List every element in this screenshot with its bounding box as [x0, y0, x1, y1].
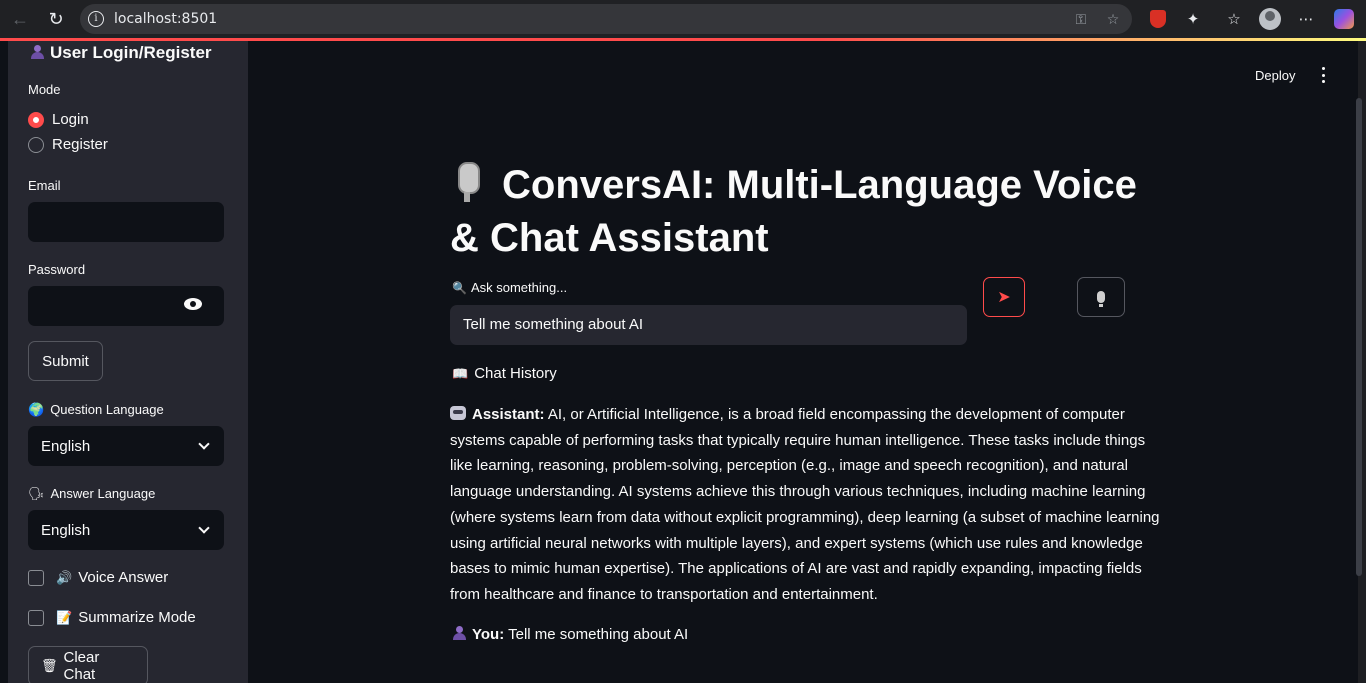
address-bar[interactable]: i localhost:8501 ⚿ ☆: [80, 4, 1132, 34]
browser-toolbar: ← ↻ i localhost:8501 ⚿ ☆ ✦ ☆ ⋯: [0, 0, 1366, 38]
email-label: Email: [28, 178, 61, 193]
sidebar: User Login/Register Mode Login Register …: [8, 41, 248, 683]
question-language-label-text: Question Language: [50, 402, 164, 417]
answer-language-label-text: Answer Language: [50, 486, 156, 501]
microphone-small-icon: [1097, 291, 1105, 307]
url-text: localhost:8501: [114, 11, 218, 27]
voice-input-button[interactable]: [1077, 277, 1125, 317]
user-message: You: Tell me something about AI: [452, 626, 688, 643]
summarize-mode-label: Summarize Mode: [78, 609, 196, 626]
page-title-text: ConversAI: Multi-Language Voice & Chat A…: [450, 163, 1137, 260]
answer-language-label: 🗣 Answer Language: [28, 486, 155, 502]
chat-history-label-text: Chat History: [474, 365, 557, 382]
chat-history-label: 📖 Chat History: [452, 365, 557, 382]
summarize-mode-box[interactable]: [28, 609, 44, 626]
show-password-eye-icon[interactable]: [184, 298, 202, 310]
submit-button[interactable]: Submit: [28, 341, 103, 381]
assistant-message: Assistant: AI, or Artificial Intelligenc…: [450, 402, 1160, 608]
clear-chat-label: Clear Chat: [63, 649, 100, 683]
copilot-icon[interactable]: [1333, 8, 1355, 30]
sidebar-title-text: User Login/Register: [50, 43, 212, 62]
ask-label-text: Ask something...: [470, 280, 568, 295]
ask-input[interactable]: Tell me something about AI: [450, 305, 967, 345]
voice-answer-label: Voice Answer: [78, 569, 169, 586]
answer-language-value: English: [41, 521, 91, 539]
bookmark-star-icon[interactable]: ☆: [1104, 10, 1122, 28]
more-menu-icon[interactable]: ⋯: [1295, 8, 1317, 30]
clear-chat-button[interactable]: 🗑 Clear Chat: [28, 646, 148, 683]
memo-icon: 📝: [56, 609, 73, 625]
user-role-label: You:: [472, 626, 505, 643]
page-title: ConversAI: Multi-Language Voice & Chat A…: [450, 159, 1170, 265]
extension-shield-icon[interactable]: [1147, 8, 1169, 30]
reload-icon[interactable]: ↻: [42, 5, 70, 33]
speaker-icon: 🔊: [56, 569, 73, 585]
voice-answer-box[interactable]: [28, 569, 44, 586]
password-label: Password: [28, 262, 86, 277]
email-field[interactable]: [28, 202, 224, 242]
mode-label: Mode: [28, 82, 61, 97]
deploy-button[interactable]: Deploy: [1255, 68, 1295, 83]
main-menu-icon[interactable]: [1320, 67, 1326, 83]
radio-login[interactable]: Login: [28, 111, 89, 128]
radio-register-indicator[interactable]: [28, 136, 44, 153]
robot-icon: [450, 406, 466, 420]
password-field[interactable]: [28, 286, 224, 326]
chevron-down-icon[interactable]: [198, 522, 210, 534]
assistant-message-text: AI, or Artificial Intelligence, is a bro…: [450, 406, 1160, 603]
favorites-icon[interactable]: ☆: [1223, 8, 1245, 30]
voice-answer-checkbox[interactable]: 🔊 Voice Answer: [28, 569, 168, 586]
speaking-head-icon: 🗣: [28, 486, 45, 501]
send-arrow-icon: ➤: [997, 289, 1011, 306]
microphone-icon: [450, 162, 484, 202]
answer-language-select[interactable]: English: [28, 510, 224, 550]
radio-login-indicator[interactable]: [28, 111, 44, 128]
radio-login-label: Login: [52, 111, 89, 128]
send-button[interactable]: ➤: [983, 277, 1025, 317]
extensions-puzzle-icon[interactable]: ✦: [1182, 8, 1204, 30]
open-book-icon: 📖: [452, 366, 469, 381]
user-icon: [30, 45, 44, 59]
radio-register-label: Register: [52, 136, 108, 153]
sidebar-title: User Login/Register: [30, 43, 212, 63]
key-icon[interactable]: ⚿: [1072, 10, 1090, 28]
ask-label: 🔍 Ask something...: [452, 280, 567, 295]
magnifier-icon: 🔍: [452, 281, 467, 295]
main-scrollbar[interactable]: [1356, 98, 1362, 576]
chevron-down-icon[interactable]: [198, 438, 210, 450]
question-language-select[interactable]: English: [28, 426, 224, 466]
user-message-text: Tell me something about AI: [508, 626, 689, 643]
profile-avatar[interactable]: [1259, 8, 1281, 30]
assistant-role-label: Assistant:: [472, 406, 545, 423]
back-arrow-icon[interactable]: ←: [6, 5, 34, 33]
main-content: Deploy ConversAI: Multi-Language Voice &…: [248, 41, 1358, 683]
summarize-mode-checkbox[interactable]: 📝 Summarize Mode: [28, 609, 196, 626]
radio-register[interactable]: Register: [28, 136, 108, 153]
question-language-label: 🌍 Question Language: [28, 402, 164, 418]
globe-icon: 🌍: [28, 402, 45, 417]
wastebasket-icon: 🗑: [41, 658, 58, 673]
user-icon: [452, 626, 466, 640]
site-info-icon[interactable]: i: [88, 11, 104, 27]
question-language-value: English: [41, 437, 91, 455]
